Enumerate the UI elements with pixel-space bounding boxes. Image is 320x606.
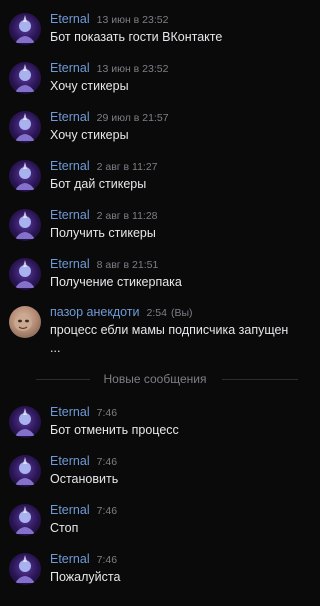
message-meta: Eternal 7:46 (50, 452, 117, 470)
message-time: 13 июн в 23:52 (96, 14, 169, 26)
message-time: 2:54 (146, 307, 167, 319)
message-text: Хочу стикеры (50, 79, 129, 93)
message-meta: Eternal 13 июн в 23:52 (50, 59, 168, 77)
new-messages-divider: Новые сообщения (0, 369, 310, 389)
divider-line (222, 379, 298, 380)
message-text: Хочу стикеры (50, 128, 129, 142)
avatar[interactable] (9, 306, 41, 338)
avatar-icon (15, 15, 35, 43)
author-name[interactable]: Eternal (50, 503, 90, 517)
avatar-icon (15, 457, 35, 485)
message-item[interactable]: Eternal 7:46 Бот отменить процесс (0, 400, 310, 446)
message-item[interactable]: Eternal 8 авг в 21:51 Получение стикерпак… (0, 252, 310, 298)
message-time: 7:46 (96, 407, 118, 419)
message-item[interactable]: Eternal 29 июл в 21:57 Хочу стикеры (0, 105, 310, 151)
message-meta: Eternal 2 авг в 11:28 (50, 206, 158, 224)
message-meta: Eternal 13 июн в 23:52 (50, 10, 168, 28)
avatar-icon (15, 506, 35, 534)
message-text: Бот показать гости ВКонтакте (50, 30, 223, 44)
avatar[interactable] (9, 209, 41, 241)
avatar-icon (15, 408, 35, 436)
message-time: 7:46 (96, 456, 118, 468)
message-item[interactable]: Eternal 13 июн в 23:52 Хочу стикеры (0, 56, 310, 102)
author-name[interactable]: Eternal (50, 552, 90, 566)
message-time: 7:46 (96, 554, 118, 566)
message-item[interactable]: Eternal 7:46 Остановить (0, 449, 310, 495)
message-text: Бот дай стикеры (50, 177, 147, 191)
message-time: 2 авг в 11:27 (96, 161, 158, 173)
avatar[interactable] (9, 62, 41, 94)
message-item[interactable]: Eternal 7:46 Пожалуйста (0, 547, 310, 593)
message-item[interactable]: Eternal 2 авг в 11:27 Бот дай стикеры (0, 154, 310, 200)
author-name[interactable]: Eternal (50, 12, 90, 26)
message-meta: Eternal 7:46 (50, 501, 117, 519)
avatar[interactable] (9, 504, 41, 536)
avatar-icon (15, 64, 35, 92)
message-text: Бот отменить процесс (50, 423, 179, 437)
message-meta: Eternal 29 июл в 21:57 (50, 108, 169, 126)
avatar-icon (15, 113, 35, 141)
message-text: Получить стикеры (50, 226, 156, 240)
avatar[interactable] (9, 111, 41, 143)
avatar-icon (15, 555, 35, 583)
avatar[interactable] (9, 406, 41, 438)
avatar[interactable] (9, 13, 41, 45)
message-time: 8 авг в 21:51 (96, 259, 159, 271)
message-meta: Eternal 8 авг в 21:51 (50, 255, 158, 273)
message-meta: Eternal 2 авг в 11:27 (50, 157, 158, 175)
avatar[interactable] (9, 455, 41, 487)
message-item[interactable]: Eternal 13 июн в 23:52 Бот показать гости… (0, 7, 310, 53)
message-text: Получение стикерпака (50, 275, 182, 289)
message-meta: Eternal 7:46 (50, 550, 117, 568)
author-name[interactable]: Eternal (50, 61, 90, 75)
message-meta: пазор анекдоти 2:54 (Вы) (50, 303, 193, 321)
author-name[interactable]: Eternal (50, 405, 90, 419)
message-feed: Eternal 13 июн в 23:52 Бот показать гости… (0, 0, 310, 606)
avatar-icon (15, 260, 35, 288)
author-name[interactable]: Eternal (50, 257, 90, 271)
avatar[interactable] (9, 160, 41, 192)
author-name[interactable]: Eternal (50, 110, 90, 124)
message-text: Стоп (50, 521, 79, 535)
message-time: 13 июн в 23:52 (96, 63, 169, 75)
avatar[interactable] (9, 553, 41, 585)
message-text: Пожалуйста (50, 570, 121, 584)
message-meta: Eternal 7:46 (50, 403, 117, 421)
avatar-icon (14, 315, 32, 331)
message-time: 7:46 (96, 505, 118, 517)
self-marker: (Вы) (170, 307, 193, 319)
message-time: 2 авг в 11:28 (96, 210, 158, 222)
message-item[interactable]: Eternal 2 авг в 11:28 Получить стикеры (0, 203, 310, 249)
avatar-icon (15, 211, 35, 239)
avatar-icon (15, 162, 35, 190)
author-name[interactable]: Eternal (50, 454, 90, 468)
message-item[interactable]: пазор анекдоти 2:54 (Вы) процесс ебли мамы… (0, 300, 310, 360)
author-name[interactable]: пазор анекдоти (50, 305, 140, 319)
message-text: Остановить (50, 472, 119, 486)
message-time: 29 июл в 21:57 (96, 112, 169, 124)
message-text: процесс ебли мамы подписчика запущен ... (50, 323, 289, 355)
author-name[interactable]: Eternal (50, 208, 90, 222)
message-item[interactable]: Eternal 7:46 Стоп (0, 498, 310, 544)
avatar[interactable] (9, 258, 41, 290)
author-name[interactable]: Eternal (50, 159, 90, 173)
